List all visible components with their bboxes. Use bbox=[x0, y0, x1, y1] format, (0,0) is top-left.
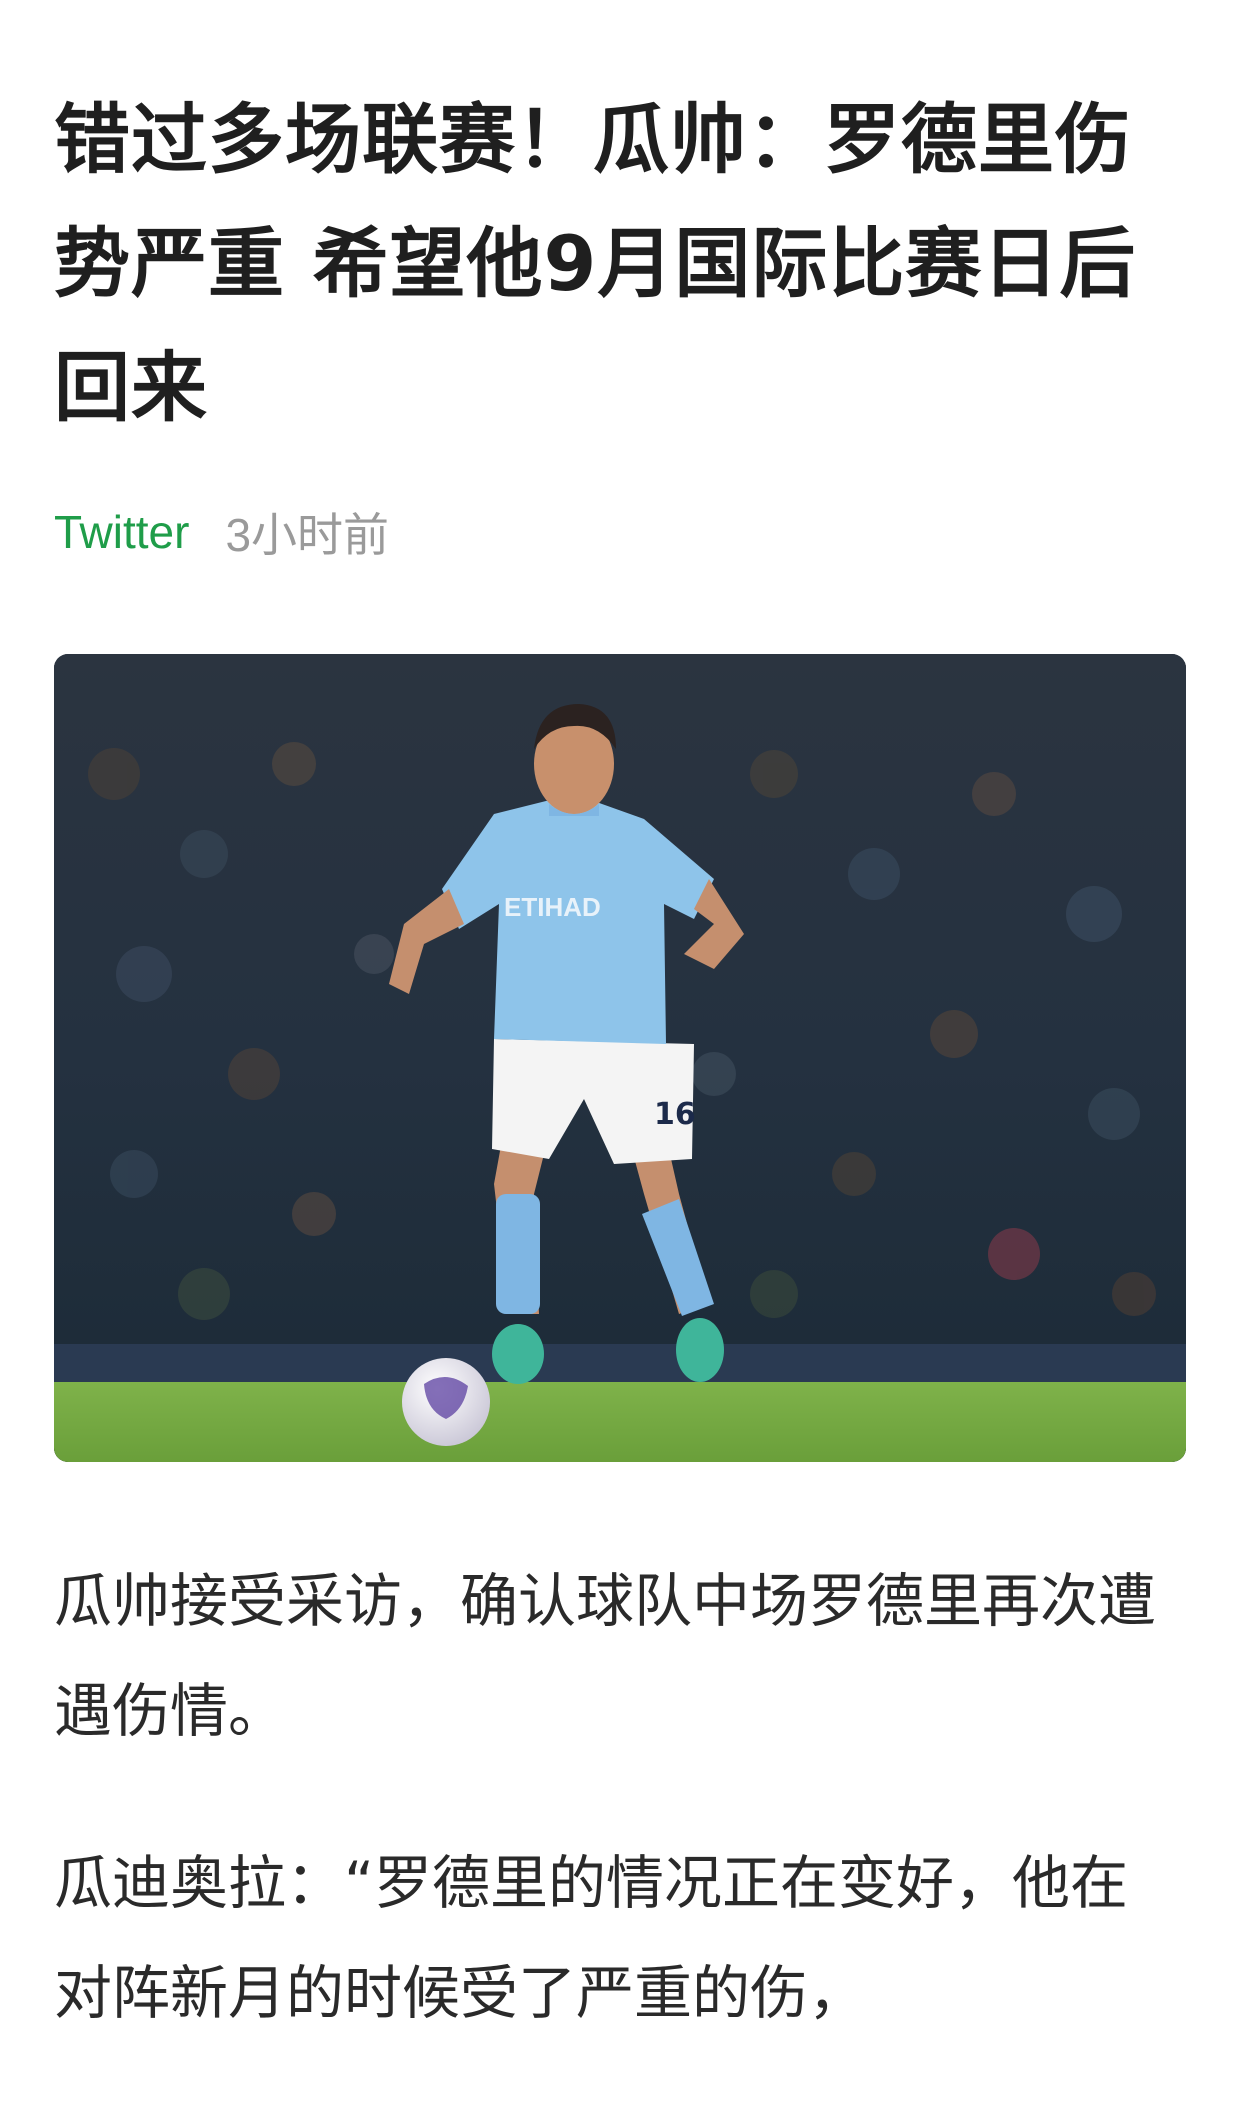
article-photo[interactable]: 16 ETIHAD bbox=[54, 654, 1186, 1462]
shorts-number: 16 bbox=[654, 1097, 696, 1132]
article-body: 瓜帅接受采访，确认球队中场罗德里再次遭遇伤情。 瓜迪奥拉：“罗德里的情况正在变好… bbox=[54, 1546, 1186, 2110]
article-title: 错过多场联赛！瓜帅：罗德里伤势严重 希望他9月国际比赛日后回来 bbox=[54, 95, 1137, 432]
paragraph: 瓜迪奥拉：“罗德里的情况正在变好，他在对阵新月的时候受了严重的伤， bbox=[54, 1849, 1129, 2027]
ball-icon bbox=[402, 1358, 490, 1446]
article-source[interactable]: Twitter bbox=[54, 505, 189, 559]
article-meta: Twitter 3小时前 bbox=[54, 502, 1186, 562]
paragraph: 瓜帅接受采访，确认球队中场罗德里再次遭遇伤情。 bbox=[54, 1567, 1157, 1745]
article-time: 3小时前 bbox=[225, 509, 390, 561]
shirt-sponsor: ETIHAD bbox=[504, 892, 601, 922]
article-header: 错过多场联赛！瓜帅：罗德里伤势严重 希望他9月国际比赛日后回来 Twitter … bbox=[54, 0, 1186, 562]
football-player-photo: 16 ETIHAD bbox=[54, 654, 1186, 1462]
